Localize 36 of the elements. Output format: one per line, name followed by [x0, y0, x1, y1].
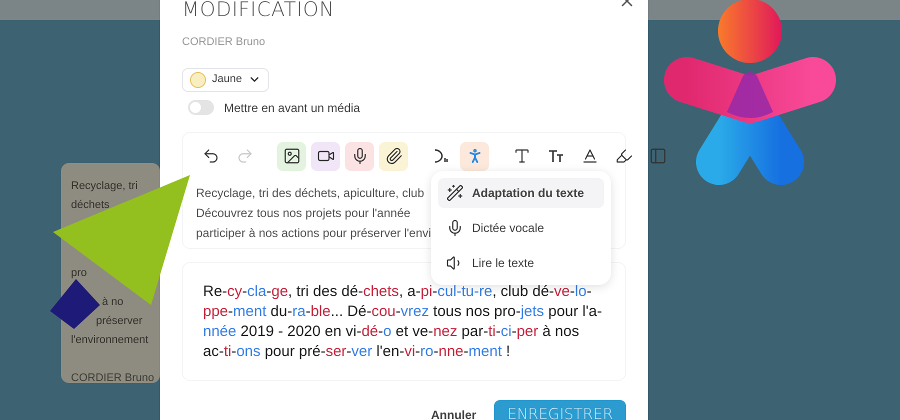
highlighter-icon [614, 147, 632, 165]
menu-item[interactable]: Dictée vocale [438, 212, 604, 242]
author-name: CORDIER Bruno [182, 35, 266, 50]
editor-text-line: Recyclage, tri des déchets, apiculture, club [196, 184, 424, 202]
attach-button[interactable] [379, 142, 408, 170]
adapted-text: Re-cy-cla-ge, tri des dé-chets, a-pi-cul-tu-re, club dé-ve-lo- ppe-ment du-ra-ble... Dé-cou-vrez tous nos pro-jets pour l'a- nnée 2019 - 2020 en vi-dé-o et ve-nez par-ti-ci-per à nos ac-ti-ons pour pré-ser-ver l'en-vi-ro-nne-ment ! [203, 282, 603, 362]
text-icon [512, 147, 530, 165]
text-size-icon [546, 147, 564, 165]
card-text: Recyclage, tri [71, 179, 138, 194]
toggle-switch[interactable] [188, 100, 214, 115]
accessibility-button[interactable] [460, 142, 489, 170]
editor-text-line: participer à nos actions pour préserver l'envi [196, 224, 432, 242]
menu-item[interactable]: Adaptation du texte [438, 178, 604, 208]
color-select[interactable]: Jaune [182, 68, 269, 92]
editor-text-line: Découvrez tous nos projets pour l'année [196, 204, 410, 222]
paperclip-icon [384, 147, 402, 165]
redo-icon [236, 147, 254, 165]
microphone-button[interactable] [345, 142, 374, 170]
menu-item[interactable]: Lire le texte [438, 248, 604, 278]
card-text: déchets [71, 198, 110, 213]
card-text: préserver [96, 314, 142, 329]
undo-icon [202, 147, 220, 165]
cancel-button[interactable]: Annuler [431, 406, 476, 420]
card-text: l'environnement [71, 333, 148, 348]
video-button[interactable] [311, 142, 340, 170]
card-text: à no [102, 295, 124, 310]
image-icon [282, 147, 300, 165]
text-color-icon [580, 147, 598, 165]
microphone-icon [446, 218, 464, 236]
panel-icon [648, 147, 666, 165]
image-button[interactable] [277, 142, 306, 170]
magic-wand-icon [446, 184, 464, 202]
dialog-title: MODIFICATION [182, 0, 335, 23]
card-text: pro [71, 266, 87, 281]
toggle-label: Mettre en avant un média [224, 100, 360, 116]
card-author: CORDIER Bruno [71, 371, 154, 386]
